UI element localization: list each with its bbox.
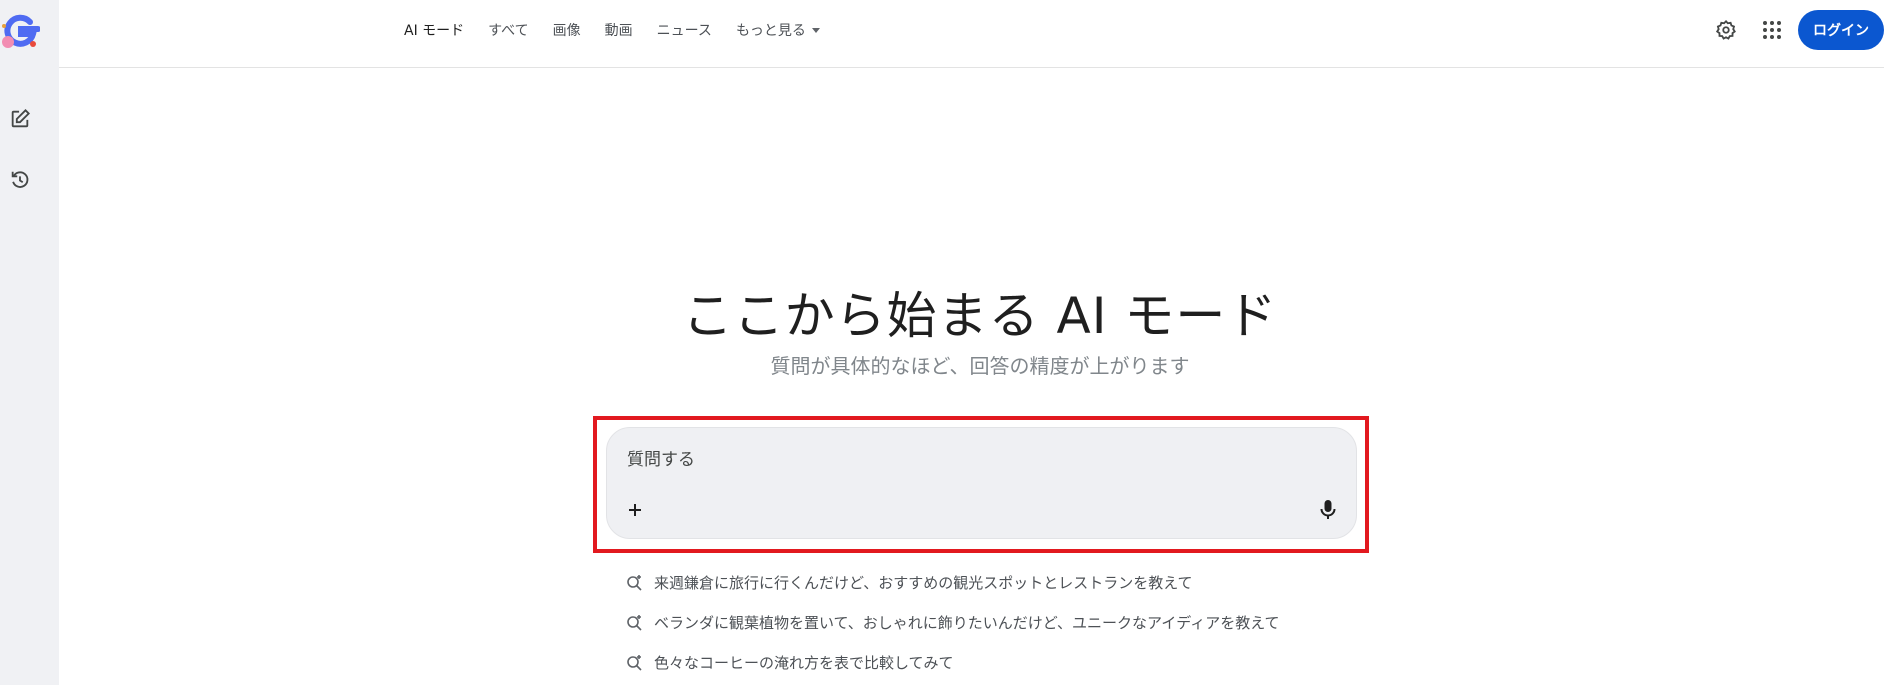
history-icon[interactable]	[6, 166, 34, 194]
suggestion-list: 来週鎌倉に旅行に行くんだけど、おすすめの観光スポットとレストランを教えて ベラン…	[624, 562, 1280, 682]
page-title: ここから始まる AI モード	[682, 287, 1278, 345]
search-box[interactable]	[606, 427, 1357, 539]
header-actions: ログイン	[1706, 10, 1884, 50]
suggestion-text: ベランダに観葉植物を置いて、おしゃれに飾りたいんだけど、ユニークなアイディアを教…	[654, 613, 1280, 632]
plus-icon	[629, 504, 641, 516]
gear-icon[interactable]	[1706, 10, 1746, 50]
tab-label: 動画	[604, 23, 633, 39]
tab-news[interactable]: ニュース	[645, 0, 724, 60]
search-nav: AI モード すべて 画像 動画 ニュース もっと見る	[392, 0, 832, 60]
sparkle-search-icon	[624, 651, 646, 673]
suggestion-item[interactable]: 来週鎌倉に旅行に行くんだけど、おすすめの観光スポットとレストランを教えて	[624, 562, 1280, 602]
tab-label: ニュース	[656, 23, 712, 39]
tab-label: 画像	[552, 23, 581, 39]
tab-label: もっと見る	[735, 23, 806, 39]
caret-down-icon	[811, 27, 820, 33]
suggestion-item[interactable]: 色々なコーヒーの淹れ方を表で比較してみて	[624, 642, 1280, 682]
tab-all[interactable]: すべて	[476, 0, 540, 60]
sparkle-search-icon	[624, 571, 646, 593]
suggestion-text: 色々なコーヒーの淹れ方を表で比較してみて	[654, 653, 954, 672]
suggestion-item[interactable]: ベランダに観葉植物を置いて、おしゃれに飾りたいんだけど、ユニークなアイディアを教…	[624, 602, 1280, 642]
sparkle-search-icon	[624, 611, 646, 633]
mic-icon[interactable]	[1314, 496, 1342, 524]
top-header: AI モード すべて 画像 動画 ニュース もっと見る ログイン	[59, 0, 1884, 68]
logo-icon[interactable]	[0, 12, 41, 50]
tab-videos[interactable]: 動画	[593, 0, 645, 60]
tab-ai-mode[interactable]: AI モード	[392, 0, 476, 60]
apps-grid-icon[interactable]	[1752, 10, 1792, 50]
search-input[interactable]	[627, 448, 1227, 472]
tab-label: すべて	[488, 23, 529, 39]
tab-images[interactable]: 画像	[541, 0, 593, 60]
login-button[interactable]: ログイン	[1798, 10, 1884, 50]
add-attachment-button[interactable]	[621, 496, 649, 524]
tab-more[interactable]: もっと見る	[724, 0, 832, 60]
suggestion-text: 来週鎌倉に旅行に行くんだけど、おすすめの観光スポットとレストランを教えて	[654, 573, 1193, 592]
tab-label: AI モード	[404, 23, 465, 39]
new-chat-icon[interactable]	[6, 105, 34, 133]
page-subtitle: 質問が具体的なほど、回答の精度が上がります	[770, 354, 1190, 378]
